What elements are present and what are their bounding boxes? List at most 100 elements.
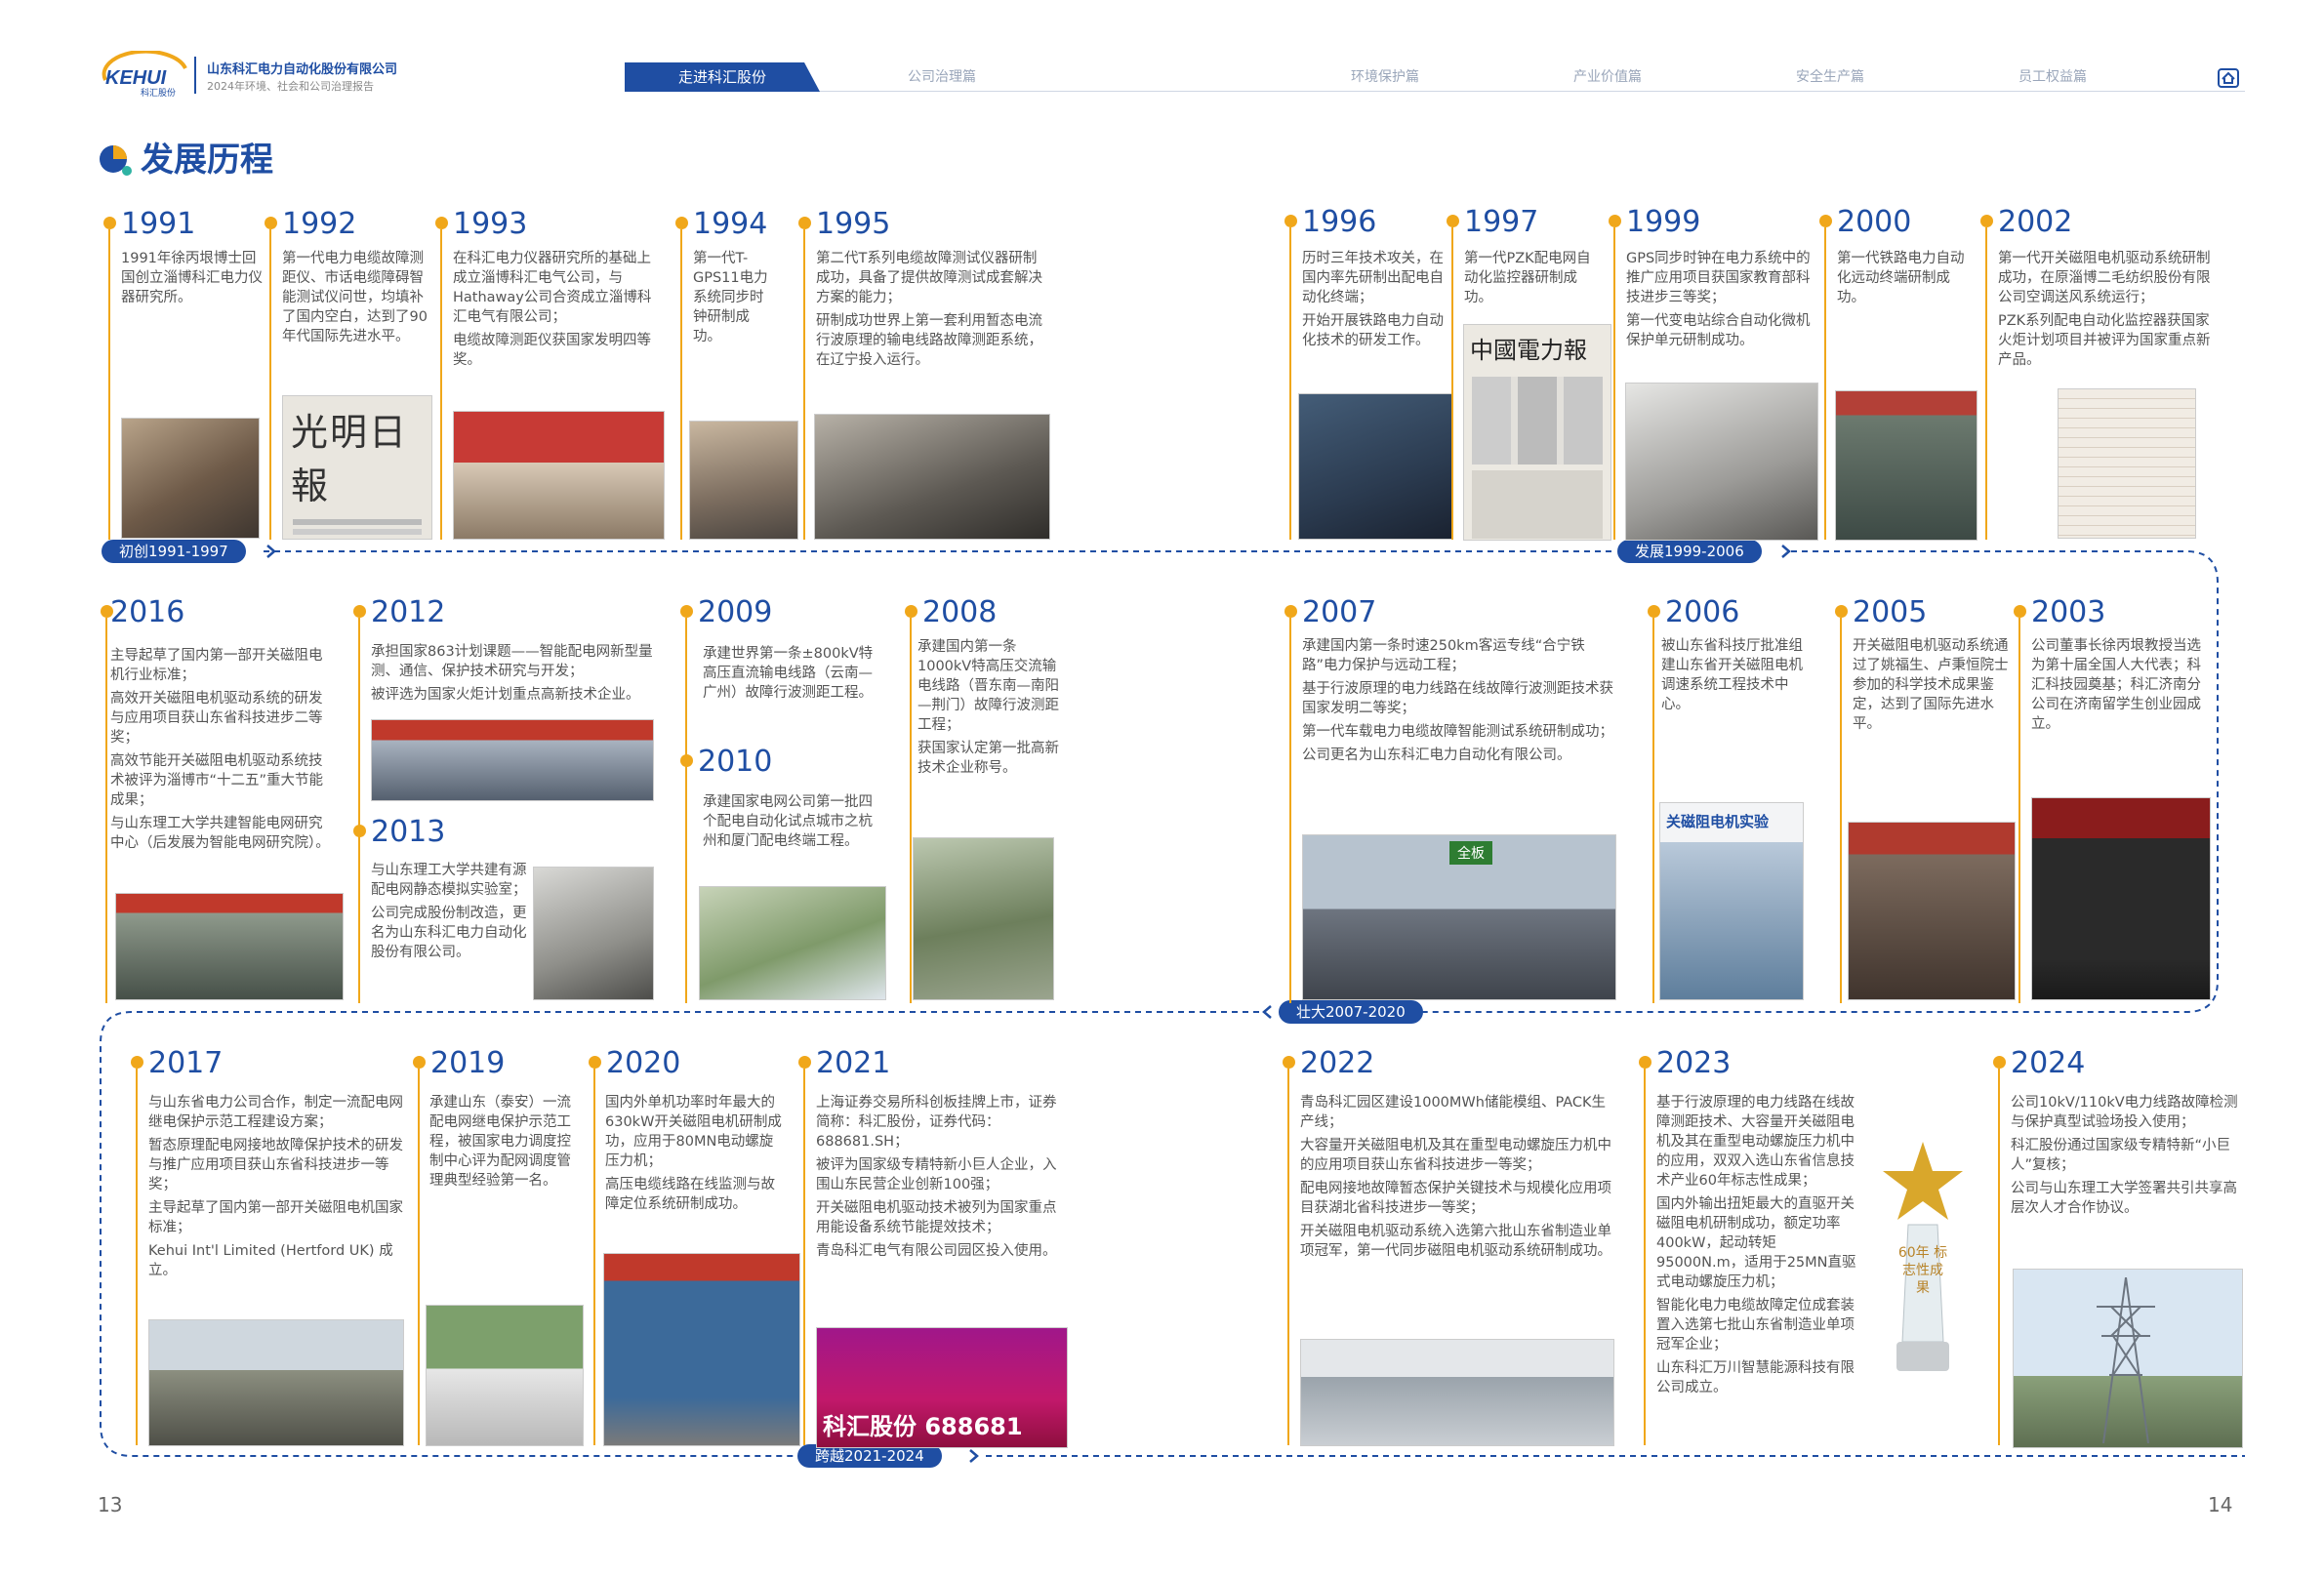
event-desc-2017: 与山东省电力公司合作，制定一流配电网继电保护示范工程建设方案； 暂态原理配电网接… [148,1093,404,1284]
year-1999: 1999 [1626,205,1701,239]
nav-tab-environment[interactable]: 环境保护篇 [1351,66,1419,86]
event-para: 公司完成股份制改造，更名为山东科汇电力自动化股份有限公司。 [371,906,527,960]
year-1995: 1995 [816,207,891,241]
nav-tab-industry[interactable]: 产业价值篇 [1573,66,1642,86]
title-bullet-icon [100,145,132,176]
photo-1992-newspaper: 光明日報 [282,395,432,540]
event-desc-1999: GPS同步时钟在电力系统中的推广应用项目获国家教育部科技进步三等奖； 第一代变电… [1626,249,1816,354]
event-desc-2023: 基于行波原理的电力线路在线故障测距技术、大容量开关磁阻电机及其在重型电动螺旋压力… [1656,1093,1856,1401]
event-para: 开关磁阻电机驱动系统通过了姚福生、卢秉恒院士参加的科学技术成果鉴定，达到了国际先… [1853,638,2009,732]
nav-underline [625,91,2245,92]
event-desc-2016: 主导起草了国内第一部开关磁阻电机行业标准； 高效开关磁阻电机驱动系统的研发与应用… [110,646,335,857]
event-para: 与山东省电力公司合作，制定一流配电网继电保护示范工程建设方案； [148,1095,403,1130]
photo-1996-engineer [1298,393,1452,540]
event-para: 在科汇电力仪器研究所的基础上成立淄博科汇电气公司，与Hathaway公司合资成立… [453,251,652,325]
year-2017: 2017 [148,1046,224,1080]
timeline-stem [440,229,442,540]
event-para: 开始开展铁路电力自动化技术的研发工作。 [1302,313,1444,348]
event-para: 科汇股份通过国家级专精特新“小巨人”复核； [2011,1138,2231,1173]
year-2016: 2016 [110,595,185,629]
event-para: 第一代电力电缆故障测距仪、市话电缆障碍智能测试仪问世，均填补了国内空白，达到了9… [282,251,428,344]
timeline-stem [418,1069,420,1445]
event-para: 国内外单机功率时年最大的630kW开关磁阻电机研制成功，应用于80MN电动螺旋压… [605,1095,782,1169]
year-2006: 2006 [1665,595,1740,629]
timeline-dot [2014,605,2026,618]
photo-1995-lab [814,414,1050,540]
timeline-stem [269,229,271,540]
timeline-dot [1284,605,1297,618]
year-1994: 1994 [693,207,768,241]
event-para: 公司董事长徐丙垠教授当选为第十届全国人大代表；科汇科技园奠基；科汇济南分公司在济… [2031,638,2201,732]
timeline-dot [1609,215,1621,227]
nav-tab-about[interactable]: 走进科汇股份 [625,62,820,92]
event-desc-2019: 承建山东（泰安）一流配电网继电保护示范工程，被国家电力调度控制中心评为配网调度管… [429,1093,576,1194]
home-icon[interactable] [2218,68,2239,88]
photo-1993-signing [453,411,665,540]
event-para: 国内外输出扭矩最大的直驱开关磁阻电机研制成功，额定功率400kW，起动转矩950… [1656,1196,1856,1290]
trophy-inscription: 60年 标志性成果 [1897,1245,1948,1296]
event-para: 第一代开关磁阻电机驱动系统研制成功，在原淄博二毛纺织股份有限公司空调送风系统运行… [1998,251,2211,305]
photo-2008-substation [913,837,1054,1000]
photo-1997-newspaper: 中國電力報 [1463,324,1611,541]
event-desc-2020: 国内外单机功率时年最大的630kW开关磁阻电机研制成功，应用于80MN电动螺旋压… [605,1093,783,1218]
photo-2002-certificate [2058,388,2196,539]
timeline-dot [680,754,693,767]
chevron-right-icon [969,1449,979,1463]
nav-tab-employees[interactable]: 员工权益篇 [2018,66,2087,86]
event-desc-2005: 开关磁阻电机驱动系统通过了姚福生、卢秉恒院士参加的科学技术成果鉴定，达到了国际先… [1853,636,2014,738]
timeline-stem [1613,227,1615,540]
timeline-dot [413,1056,426,1069]
photo-2013-lab [533,867,654,1000]
event-para: 承建世界第一条±800kV特高压直流输电线路（云南—广州）故障行波测距工程。 [703,646,874,701]
event-para: 高效节能开关磁阻电机驱动系统技术被评为淄博市“十二五”重大节能成果； [110,753,324,808]
nav-tab-governance[interactable]: 公司治理篇 [908,66,976,86]
year-2010: 2010 [698,745,773,779]
year-2019: 2019 [430,1046,506,1080]
year-2003: 2003 [2031,595,2106,629]
lab-sign: 关磁阻电机实验 [1666,813,1770,830]
event-para: 历时三年技术攻关，在国内率先研制出配电自动化终端； [1302,251,1444,305]
year-2000: 2000 [1837,205,1912,239]
year-2024: 2024 [2011,1046,2086,1080]
photo-2016-forum [115,893,344,1000]
event-para: 电缆故障测距仪获国家发明四等奖。 [453,333,651,368]
timeline-dot [1648,605,1660,618]
event-para: 开关磁阻电机驱动系统入选第六批山东省制造业单项冠军，第一代同步磁阻电机驱动系统研… [1300,1224,1611,1259]
event-para: 智能化电力电缆故障定位成套装置入选第七批山东省制造业单项冠军企业； [1656,1298,1855,1353]
event-para: 主导起草了国内第一部开关磁阻电机国家标准； [148,1200,403,1235]
event-para: 基于行波原理的电力线路在线故障测距技术、大容量开关磁阻电机及其在重型电动螺旋压力… [1656,1095,1855,1189]
event-para: 暂态原理配电网接地故障保护技术的研发与推广应用项目获山东省科技进步一等奖； [148,1138,403,1192]
timeline-dot [103,217,116,229]
event-desc-1991: 1991年徐丙垠博士回国创立淄博科汇电力仪器研究所。 [121,249,263,311]
photo-2020-motor [603,1253,800,1446]
timeline-stem [2018,618,2020,1003]
event-para: 第一代车载电力电缆故障智能测试系统研制成功； [1302,724,1613,740]
event-desc-2024: 公司10kV/110kV电力线路故障检测与保护真型试验场投入使用； 科汇股份通过… [2011,1093,2245,1222]
timeline-stem [1287,1069,1289,1445]
event-para: 承建山东（泰安）一流配电网继电保护示范工程，被国家电力调度控制中心评为配网调度管… [429,1095,571,1189]
event-para: 与山东理工大学共建智能电网研究中心（后发展为智能电网研究院）。 [110,816,330,851]
year-2023: 2023 [1656,1046,1732,1080]
year-2021: 2021 [816,1046,891,1080]
timeline-stem [1985,227,1987,540]
timeline-dot [675,217,688,229]
timeline-dot [131,1056,143,1069]
timeline-stem [910,618,912,1003]
year-1996: 1996 [1302,205,1377,239]
ipo-banner-text: 科汇股份 688681 [823,1413,1023,1440]
event-desc-1994: 第一代T-GPS11电力系统同步时钟研制成功。 [693,249,771,350]
timeline-stem [1644,1069,1646,1445]
page-number-right: 14 [2208,1493,2233,1516]
nav-tab-safety[interactable]: 安全生产篇 [1796,66,1864,86]
timeline-stem [1824,227,1826,540]
timeline-dot [1993,1056,2006,1069]
year-2009: 2009 [698,595,773,629]
event-para: 1991年徐丙垠博士回国创立淄博科汇电力仪器研究所。 [121,251,263,305]
timeline-stem [136,1069,138,1445]
event-para: 承建国内第一条1000kV特高压交流输电线路（晋东南—南阳—荆门）故障行波测距工… [917,639,1059,733]
event-desc-2009: 承建世界第一条±800kV特高压直流输电线路（云南—广州）故障行波测距工程。 [703,644,883,707]
event-para: 主导起草了国内第一部开关磁阻电机行业标准； [110,648,323,683]
era-badge-startup: 初创1991-1997 [102,540,246,563]
timeline-dot [353,605,366,618]
event-para: 公司更名为山东科汇电力自动化有限公司。 [1302,748,1571,763]
